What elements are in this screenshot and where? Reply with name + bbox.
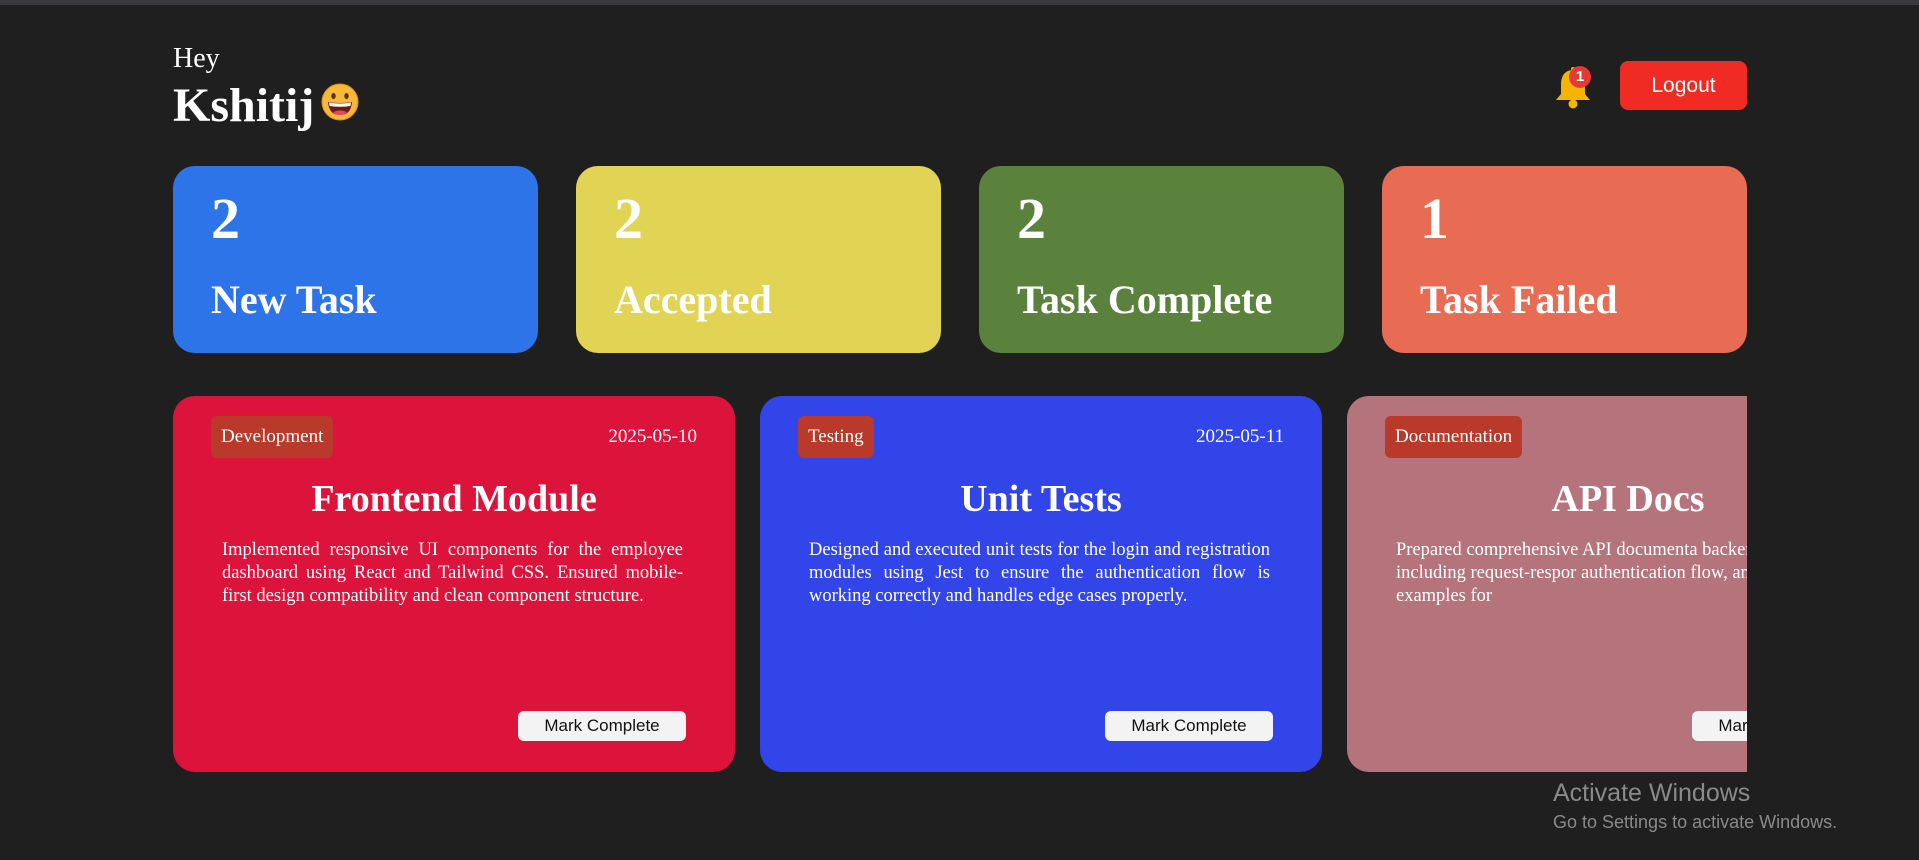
task-card-unit-tests: Testing 2025-05-11 Unit Tests Designed a… xyxy=(760,396,1322,772)
user-name: Kshitij xyxy=(173,79,315,132)
task-date: 2025-05-11 xyxy=(1196,426,1284,447)
stat-card-task-complete: 2 Task Complete xyxy=(979,166,1344,353)
stat-card-new-task: 2 New Task xyxy=(173,166,538,353)
greeting-text: Hey xyxy=(173,43,220,74)
window-top-edge xyxy=(0,0,1919,5)
task-description: Designed and executed unit tests for the… xyxy=(809,540,1270,606)
task-category-badge: Testing xyxy=(798,416,874,458)
task-card-frontend-module: Development 2025-05-10 Frontend Module I… xyxy=(173,396,735,772)
stat-count: 1 xyxy=(1420,186,1449,251)
task-description: Implemented responsive UI components for… xyxy=(222,540,683,606)
employee-dashboard: Hey Kshitij 1 Logout 2 New Task 2 Accept… xyxy=(173,40,1747,772)
windows-activation-watermark: Activate Windows Go to Settings to activ… xyxy=(1553,778,1837,834)
dashboard-header: Hey Kshitij 1 Logout xyxy=(173,40,1747,132)
task-card-api-docs: Documentation API Docs Prepared comprehe… xyxy=(1347,396,1747,772)
mark-complete-button[interactable]: Mark Complete xyxy=(1105,711,1273,741)
notification-count-badge: 1 xyxy=(1569,66,1591,88)
stat-label: Task Failed xyxy=(1420,277,1618,322)
mark-complete-button[interactable]: Mark Complete xyxy=(1692,711,1747,741)
stat-count: 2 xyxy=(211,186,240,251)
task-title: API Docs xyxy=(1551,478,1705,520)
activation-title: Activate Windows xyxy=(1553,779,1751,807)
stat-card-accepted: 2 Accepted xyxy=(576,166,941,353)
stat-card-task-failed: 1 Task Failed xyxy=(1382,166,1747,353)
stat-label: Accepted xyxy=(614,277,772,322)
bell-icon xyxy=(1553,67,1593,114)
task-stats: 2 New Task 2 Accepted 2 Task Complete 1 … xyxy=(173,166,1747,353)
task-title: Frontend Module xyxy=(311,478,597,520)
grinning-face-icon xyxy=(320,79,360,135)
activation-subtitle: Go to Settings to activate Windows. xyxy=(1553,812,1838,832)
task-category-badge: Documentation xyxy=(1385,416,1523,458)
task-category-badge: Development xyxy=(211,416,334,458)
task-title: Unit Tests xyxy=(960,478,1122,520)
stat-label: New Task xyxy=(211,277,377,322)
stat-count: 2 xyxy=(614,186,643,251)
task-description: Prepared comprehensive API documenta bac… xyxy=(1396,540,1747,606)
logout-button[interactable]: Logout xyxy=(1620,61,1747,110)
task-list[interactable]: Development 2025-05-10 Frontend Module I… xyxy=(173,396,1747,772)
mark-complete-button[interactable]: Mark Complete xyxy=(518,711,686,741)
task-date: 2025-05-10 xyxy=(608,426,697,447)
user-name-heading: Kshitij xyxy=(173,78,360,135)
stat-label: Task Complete xyxy=(1017,277,1273,322)
stat-count: 2 xyxy=(1017,186,1046,251)
